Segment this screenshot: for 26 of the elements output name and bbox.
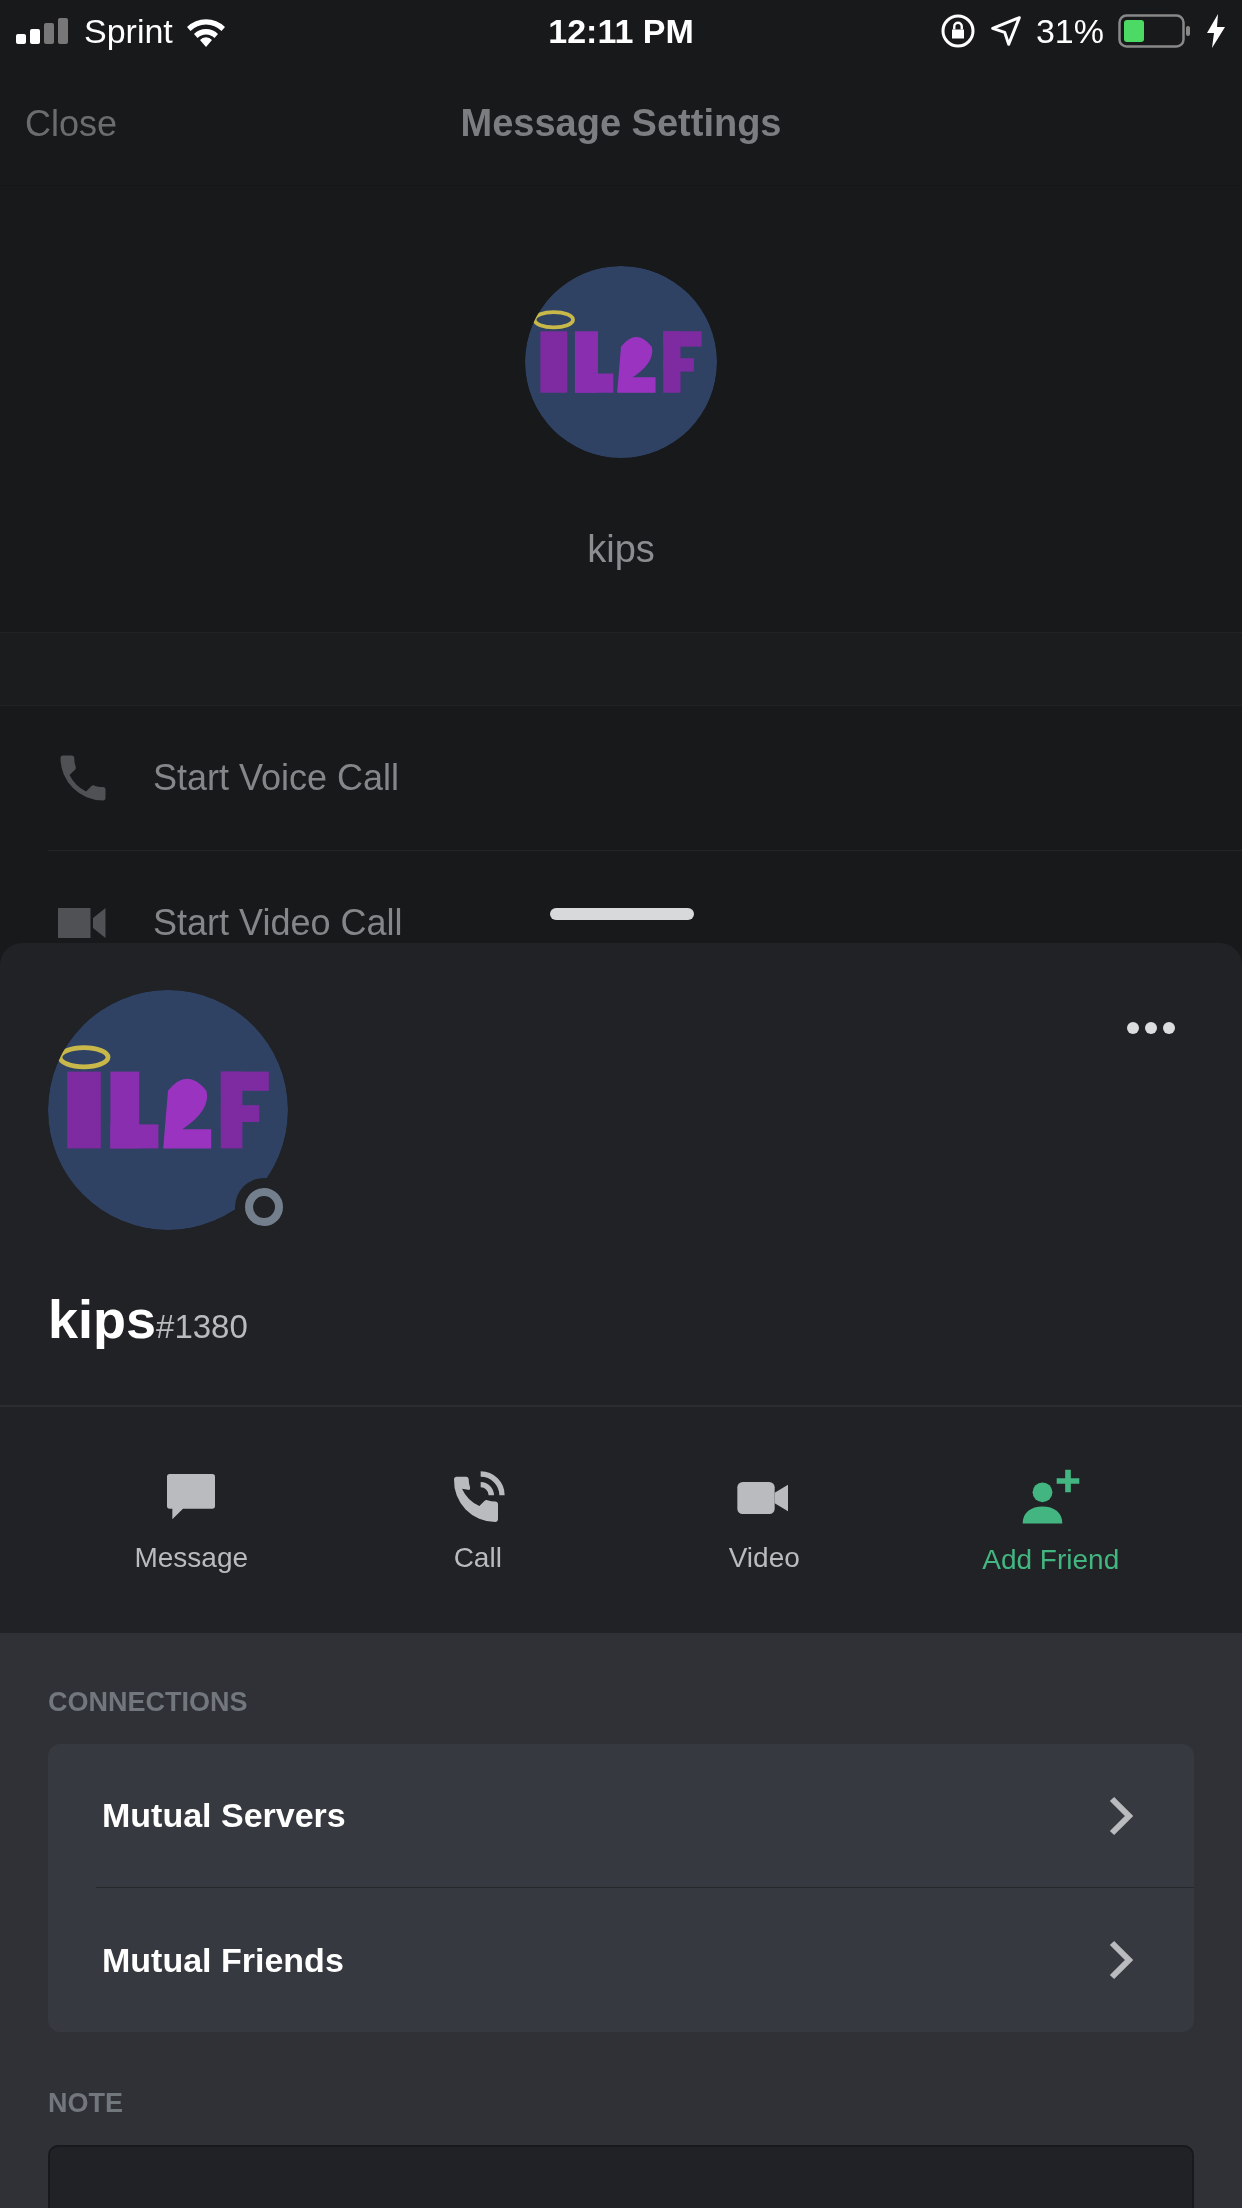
menu-option[interactable]: Start Video Call — [153, 902, 403, 943]
battery-icon — [1118, 14, 1192, 48]
charging-bolt-icon — [1206, 14, 1226, 48]
username: kips — [48, 1288, 157, 1350]
clock-time: 12:11 PM — [548, 11, 694, 50]
rotation-lock-icon — [939, 13, 976, 49]
action-button[interactable]: Call — [334, 1466, 621, 1574]
location-arrow-icon — [989, 15, 1022, 47]
user-tag: #1380 — [156, 1308, 248, 1346]
connection-row[interactable]: Mutual Servers — [96, 1744, 1194, 1888]
screen-title: Message Settings — [460, 102, 782, 144]
username: kips — [587, 528, 655, 571]
action-button[interactable]: Add Friend — [907, 1464, 1194, 1576]
connection-row[interactable]: Mutual Friends — [96, 1888, 1194, 2032]
menu-option[interactable]: Start Voice Call — [153, 757, 400, 799]
drag-handle[interactable] — [550, 908, 694, 920]
action-button[interactable]: Video — [621, 1466, 908, 1574]
chevron-icon — [1108, 1939, 1134, 1981]
battery-percent: 31% — [1035, 11, 1104, 51]
ellipsis-icon — [1126, 1021, 1176, 1035]
action-button[interactable]: Message — [48, 1466, 335, 1574]
section-heading: NOTE — [48, 2088, 124, 2119]
status-indicator — [245, 1188, 283, 1226]
section-heading: CONNECTIONS — [48, 1687, 249, 1718]
carrier-name: Sprint — [84, 11, 173, 51]
chevron-icon — [1108, 1794, 1134, 1837]
